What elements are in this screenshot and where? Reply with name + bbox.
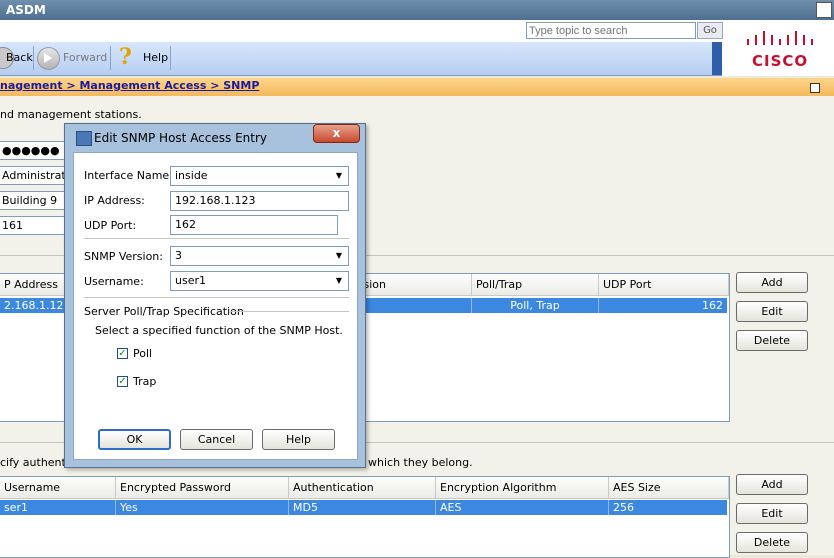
chevron-down-icon: ▼ <box>335 276 343 285</box>
users-intro-text-tail: which they belong. <box>368 456 473 469</box>
udp-port-label: UDP Port: <box>84 219 137 232</box>
poll-label: Poll <box>133 347 153 360</box>
username-cell: ser1 <box>0 500 116 515</box>
poll-checkbox[interactable]: ✓ <box>117 348 128 359</box>
encryption-algorithm-cell: AES <box>436 500 609 515</box>
spec-heading: Server Poll/Trap Specification <box>84 305 244 318</box>
help-icon[interactable]: ? <box>119 44 132 70</box>
toolbar-separator <box>33 46 34 70</box>
add-host-button[interactable]: Add <box>736 272 808 293</box>
authentication-cell: MD5 <box>289 500 436 515</box>
poll-trap-cell: Poll, Trap <box>472 298 599 313</box>
username-select[interactable]: user1 ▼ <box>170 271 349 291</box>
column-header[interactable]: Username <box>0 477 116 499</box>
navigation-band <box>0 42 722 76</box>
encrypted-password-cell: Yes <box>116 500 289 515</box>
forward-button[interactable]: Forward <box>63 46 107 70</box>
help-button[interactable]: Help <box>143 46 168 70</box>
table-row[interactable]: ser1 Yes MD5 AES 256 <box>0 500 727 515</box>
udp-port-cell: 162 <box>702 299 723 312</box>
dialog-app-icon <box>76 131 92 146</box>
go-button[interactable]: Go <box>697 22 723 39</box>
maximize-panel-icon[interactable] <box>810 83 820 93</box>
toolbar-separator <box>170 46 171 70</box>
column-header[interactable]: P Address <box>0 274 70 296</box>
snmp-version-label: SNMP Version: <box>84 250 163 263</box>
group-line <box>231 311 349 312</box>
username-label: Username: <box>84 275 144 288</box>
toolbar-separator <box>110 46 111 70</box>
delete-user-button[interactable]: Delete <box>736 532 808 553</box>
contact-field[interactable]: Administrator <box>0 166 68 185</box>
column-header[interactable]: Authentication <box>289 477 436 499</box>
navigation-band-cap <box>712 42 722 75</box>
trap-label: Trap <box>133 375 157 388</box>
column-header[interactable]: Poll/Trap <box>472 274 599 296</box>
chevron-down-icon: ▼ <box>335 171 343 180</box>
dialog-divider <box>84 238 349 239</box>
cancel-button[interactable]: Cancel <box>180 429 253 450</box>
back-button[interactable]: Back <box>6 46 33 70</box>
interface-label: Interface Name: <box>84 169 173 182</box>
snmp-version-select[interactable]: 3 ▼ <box>170 246 349 266</box>
chevron-down-icon: ▼ <box>335 251 343 260</box>
window-titlebar <box>0 0 834 20</box>
intro-text: nd management stations. <box>0 108 142 121</box>
aes-size-cell: 256 <box>613 501 634 514</box>
trap-checkbox[interactable]: ✓ <box>117 376 128 387</box>
ip-address-input[interactable]: 192.168.1.123 <box>170 191 349 211</box>
window-control-button[interactable] <box>816 2 832 18</box>
cisco-logo-bars-icon <box>747 31 813 45</box>
ok-button[interactable]: OK <box>98 429 171 450</box>
spec-description: Select a specified function of the SNMP … <box>95 324 343 337</box>
ip-address-label: IP Address: <box>84 194 145 207</box>
community-string-field[interactable]: ●●●●●● <box>0 141 68 160</box>
edit-user-button[interactable]: Edit <box>736 503 808 524</box>
search-input[interactable] <box>526 22 696 39</box>
version-cell <box>355 298 472 313</box>
snmp-version-value: 3 <box>175 249 182 262</box>
listening-port-field[interactable]: 161 <box>0 216 68 235</box>
interface-value: inside <box>175 169 208 182</box>
breadcrumb[interactable]: nagement > Management Access > SNMP <box>0 79 259 92</box>
udp-port-input[interactable]: 162 <box>170 215 338 235</box>
location-field[interactable]: Building 9 <box>0 191 68 210</box>
app-title: ASDM <box>6 3 46 17</box>
delete-host-button[interactable]: Delete <box>736 330 808 351</box>
close-icon[interactable]: x <box>313 124 360 143</box>
username-value: user1 <box>175 274 206 287</box>
column-header[interactable]: UDP Port <box>599 274 729 296</box>
users-table: Username Encrypted Password Authenticati… <box>0 476 730 558</box>
dialog-divider <box>84 297 349 298</box>
dialog-title: Edit SNMP Host Access Entry <box>94 131 268 145</box>
column-header[interactable]: Encryption Algorithm <box>436 477 609 499</box>
interface-select[interactable]: inside ▼ <box>170 166 349 186</box>
add-user-button[interactable]: Add <box>736 474 808 495</box>
cisco-logo: CISCO <box>752 52 809 70</box>
column-header[interactable]: AES Size <box>609 477 729 499</box>
ip-cell: 2.168.1.123 <box>0 298 70 313</box>
column-header[interactable]: Encrypted Password <box>116 477 289 499</box>
column-header[interactable]: rsion <box>355 274 472 296</box>
forward-icon[interactable] <box>37 47 60 70</box>
edit-host-button[interactable]: Edit <box>736 301 808 322</box>
help-dialog-button[interactable]: Help <box>262 429 335 450</box>
